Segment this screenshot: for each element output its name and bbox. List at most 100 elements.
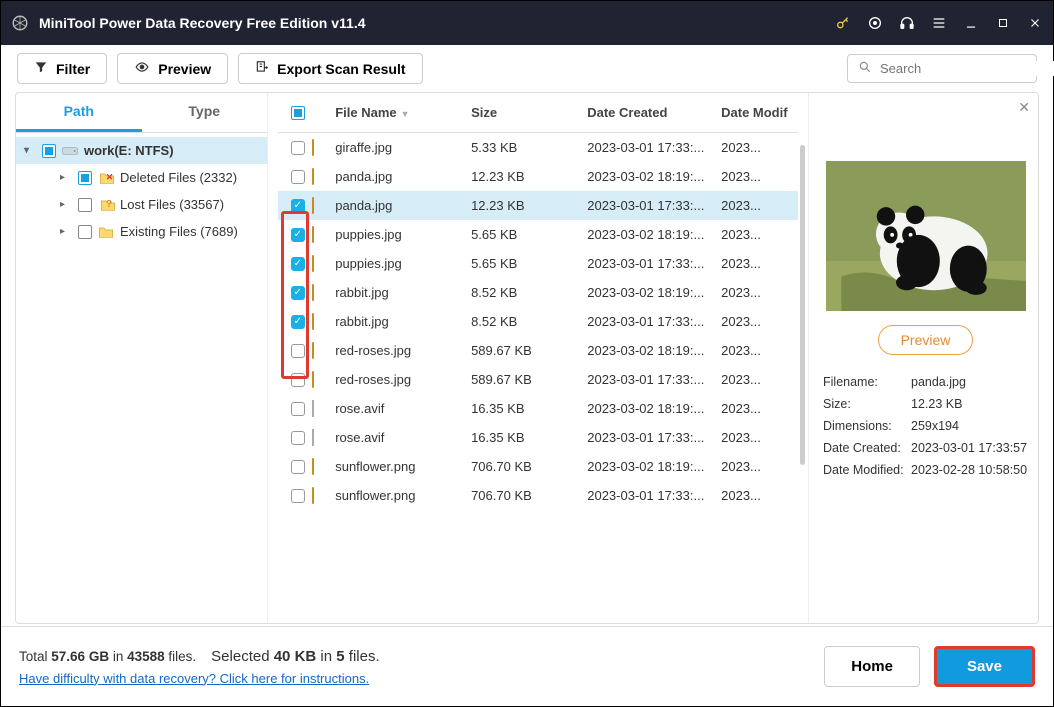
tab-type[interactable]: Type [142,93,268,132]
meta-dim-label: Dimensions: [823,419,911,433]
row-checkbox[interactable] [291,402,305,416]
file-name: rose.avif [333,430,471,445]
folder-icon [98,225,114,239]
select-all-checkbox[interactable] [291,106,305,120]
table-row[interactable]: panda.jpg12.23 KB2023-03-02 18:19:...202… [278,162,798,191]
menu-icon[interactable] [931,15,947,31]
checkbox[interactable] [78,225,92,239]
row-checkbox[interactable] [291,344,305,358]
row-checkbox[interactable] [291,228,305,242]
eye-icon [134,60,150,77]
col-modified[interactable]: Date Modif [721,105,792,120]
maximize-icon[interactable] [995,15,1011,31]
footer: Total 57.66 GB in 43588 files. Selected … [1,626,1053,706]
disc-icon[interactable] [867,15,883,31]
file-name: red-roses.jpg [333,372,471,387]
table-row[interactable]: red-roses.jpg589.67 KB2023-03-02 18:19:.… [278,336,798,365]
tree-existing[interactable]: ▸ Existing Files (7689) [16,218,267,245]
tab-path[interactable]: Path [16,93,142,132]
table-row[interactable]: rabbit.jpg8.52 KB2023-03-02 18:19:...202… [278,278,798,307]
table-row[interactable]: panda.jpg12.23 KB2023-03-01 17:33:...202… [278,191,798,220]
export-button[interactable]: Export Scan Result [238,53,422,84]
row-checkbox[interactable] [291,315,305,329]
tree-root[interactable]: ▾ work(E: NTFS) [16,137,267,164]
file-modified: 2023... [721,430,792,445]
search-input[interactable] [880,61,1054,76]
help-link[interactable]: Have difficulty with data recovery? Clic… [19,671,380,686]
file-name: rabbit.jpg [333,314,471,329]
row-checkbox[interactable] [291,170,305,184]
table-row[interactable]: red-roses.jpg589.67 KB2023-03-01 17:33:.… [278,365,798,394]
preview-label: Preview [158,61,211,77]
key-icon[interactable] [835,15,851,31]
meta-filename: panda.jpg [911,375,1028,389]
meta-created: 2023-03-01 17:33:57 [911,441,1028,455]
tree-deleted-label: Deleted Files (2332) [120,170,237,185]
file-size: 589.67 KB [471,372,587,387]
tree-root-label: work(E: NTFS) [84,143,174,158]
row-checkbox[interactable] [291,257,305,271]
close-icon[interactable] [1027,15,1043,31]
table-row[interactable]: rabbit.jpg8.52 KB2023-03-01 17:33:...202… [278,307,798,336]
file-created: 2023-03-02 18:19:... [587,227,721,242]
file-modified: 2023... [721,401,792,416]
preview-button[interactable]: Preview [117,53,228,84]
table-row[interactable]: sunflower.png706.70 KB2023-03-02 18:19:.… [278,452,798,481]
table-row[interactable]: puppies.jpg5.65 KB2023-03-01 17:33:...20… [278,249,798,278]
file-created: 2023-03-02 18:19:... [587,343,721,358]
table-row[interactable]: giraffe.jpg5.33 KB2023-03-01 17:33:...20… [278,133,798,162]
row-checkbox[interactable] [291,141,305,155]
filter-button[interactable]: Filter [17,53,107,84]
close-preview-icon[interactable]: ✕ [1018,99,1030,116]
checkbox-partial[interactable] [78,171,92,185]
file-modified: 2023... [721,488,792,503]
meta-modified: 2023-02-28 10:58:50 [911,463,1028,477]
row-checkbox[interactable] [291,431,305,445]
home-button[interactable]: Home [824,646,920,687]
row-checkbox[interactable] [291,286,305,300]
tree-deleted[interactable]: ▸ ✕ Deleted Files (2332) [16,164,267,191]
filter-label: Filter [56,61,90,77]
minimize-icon[interactable] [963,15,979,31]
scrollbar-thumb[interactable] [800,145,805,465]
file-size: 8.52 KB [471,314,587,329]
file-size: 16.35 KB [471,430,587,445]
headphones-icon[interactable] [899,15,915,31]
save-button[interactable]: Save [934,646,1035,687]
file-name: panda.jpg [333,198,471,213]
tree-existing-label: Existing Files (7689) [120,224,238,239]
col-created[interactable]: Date Created [587,105,721,120]
file-name: sunflower.png [333,488,471,503]
col-name[interactable]: File Name▼ [333,105,471,120]
table-row[interactable]: puppies.jpg5.65 KB2023-03-02 18:19:...20… [278,220,798,249]
sort-desc-icon: ▼ [401,109,410,119]
col-size[interactable]: Size [471,105,587,120]
checkbox[interactable] [78,198,92,212]
chevron-right-icon: ▸ [60,172,72,183]
tree-lost[interactable]: ▸ ? Lost Files (33567) [16,191,267,218]
row-checkbox[interactable] [291,373,305,387]
preview-action-button[interactable]: Preview [878,325,974,355]
row-checkbox[interactable] [291,460,305,474]
file-modified: 2023... [721,227,792,242]
file-type-icon [312,459,334,474]
file-name: red-roses.jpg [333,343,471,358]
checkbox-partial[interactable] [42,144,56,158]
window-title: MiniTool Power Data Recovery Free Editio… [39,15,835,31]
table-row[interactable]: rose.avif16.35 KB2023-03-02 18:19:...202… [278,394,798,423]
table-row[interactable]: rose.avif16.35 KB2023-03-01 17:33:...202… [278,423,798,452]
table-row[interactable]: sunflower.png706.70 KB2023-03-01 17:33:.… [278,481,798,510]
row-checkbox[interactable] [291,199,305,213]
file-size: 12.23 KB [471,169,587,184]
file-name: giraffe.jpg [333,140,471,155]
file-created: 2023-03-01 17:33:... [587,256,721,271]
file-size: 8.52 KB [471,285,587,300]
chevron-down-icon: ▾ [24,145,36,156]
file-type-icon [312,343,334,358]
row-checkbox[interactable] [291,489,305,503]
meta-created-label: Date Created: [823,441,911,455]
search-box[interactable] [847,54,1037,83]
file-created: 2023-03-01 17:33:... [587,198,721,213]
file-list: File Name▼ Size Date Created Date Modif … [268,93,808,623]
file-modified: 2023... [721,256,792,271]
